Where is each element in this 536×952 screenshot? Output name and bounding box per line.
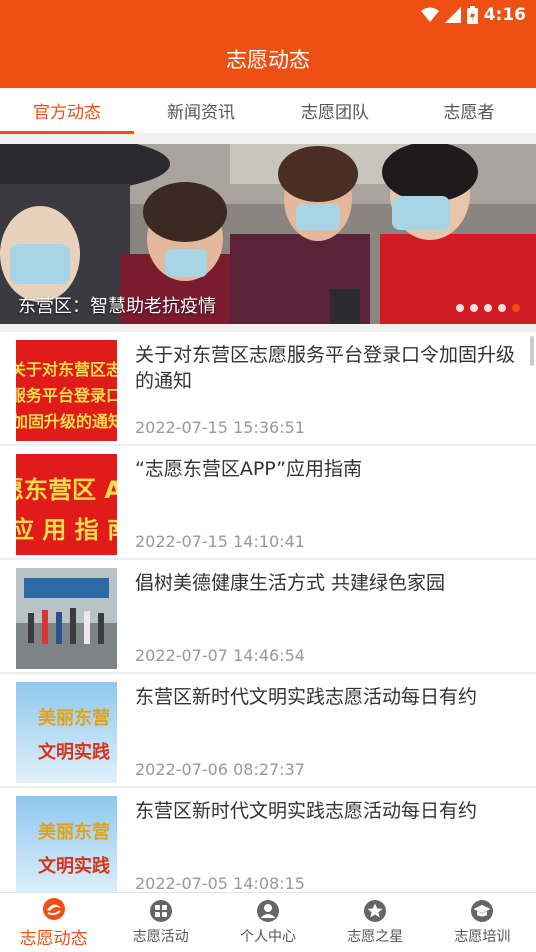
thumbnail-text: 加固升级的通知 xyxy=(16,412,117,431)
news-item[interactable]: 关于对东营区志愿 服务平台登录口令 加固升级的通知 关于对东营区志愿服务平台登录… xyxy=(0,332,536,446)
swirl-logo-icon xyxy=(42,897,65,920)
news-time: 2022-07-06 08:27:37 xyxy=(135,760,305,779)
nav-label: 志愿动态 xyxy=(19,928,88,949)
divider xyxy=(0,324,536,332)
graduation-cap-icon xyxy=(471,900,494,922)
tab-bar: 官方动态 新闻资讯 志愿团队 志愿者 xyxy=(0,88,536,134)
banner-caption: 东营区：智慧助老抗疫情 xyxy=(18,296,216,317)
news-thumbnail: 关于对东营区志愿 服务平台登录口令 加固升级的通知 xyxy=(16,340,117,441)
status-icons: 4:16 xyxy=(420,5,526,25)
battery-icon xyxy=(466,6,478,24)
news-thumbnail: 美丽东营 文明实践 xyxy=(16,682,117,783)
app-bar: 志愿动态 xyxy=(0,30,536,88)
clock: 4:16 xyxy=(483,5,526,25)
news-title[interactable]: 东营区新时代文明实践志愿活动每日有约 xyxy=(135,798,518,824)
thumbnail-text: 文明实践 xyxy=(38,742,110,763)
nav-label: 志愿培训 xyxy=(454,929,511,945)
thumbnail-text: 服务平台登录口令 xyxy=(16,386,117,405)
scrollbar[interactable] xyxy=(530,336,534,366)
news-list: 关于对东营区志愿 服务平台登录口令 加固升级的通知 关于对东营区志愿服务平台登录… xyxy=(0,332,536,892)
news-thumbnail: 愿东营区 A 应 用 指 南 xyxy=(16,454,117,555)
nav-label: 志愿活动 xyxy=(132,929,189,945)
carousel-dot[interactable] xyxy=(470,304,478,312)
nav-volunteer-activities[interactable]: 志愿活动 xyxy=(107,893,214,952)
nav-personal-center[interactable]: 个人中心 xyxy=(214,893,321,952)
nav-label: 志愿之星 xyxy=(347,929,404,945)
tab-volunteer-teams[interactable]: 志愿团队 xyxy=(268,88,402,133)
tab-official-news[interactable]: 官方动态 xyxy=(0,88,134,134)
carousel-dot[interactable] xyxy=(498,304,506,312)
page-title: 志愿动态 xyxy=(226,48,310,72)
carousel-dot[interactable] xyxy=(456,304,464,312)
bottom-nav: 志愿动态 志愿活动 个人中心 志愿之星 志愿培训 xyxy=(0,892,536,952)
thumbnail-text: 应 用 指 南 xyxy=(16,516,117,544)
news-time: 2022-07-07 14:46:54 xyxy=(135,646,305,665)
carousel-dot-active[interactable] xyxy=(512,304,520,312)
tab-volunteers[interactable]: 志愿者 xyxy=(402,88,536,133)
news-title[interactable]: “志愿东营区APP”应用指南 xyxy=(135,456,518,482)
news-time: 2022-07-05 14:08:15 xyxy=(135,874,305,892)
nav-label: 个人中心 xyxy=(240,929,296,945)
signal-icon xyxy=(444,7,461,23)
news-item[interactable]: 美丽东营 文明实践 东营区新时代文明实践志愿活动每日有约 2022-07-06 … xyxy=(0,674,536,788)
thumbnail-text: 关于对东营区志愿 xyxy=(16,360,117,379)
news-thumbnail xyxy=(16,568,117,669)
status-bar: 4:16 xyxy=(0,0,536,30)
banner-carousel[interactable]: 东营区：智慧助老抗疫情 xyxy=(0,144,536,324)
thumbnail-text: 美丽东营 xyxy=(38,708,110,729)
news-title[interactable]: 东营区新时代文明实践志愿活动每日有约 xyxy=(135,684,518,710)
divider xyxy=(0,134,536,144)
tab-news-info[interactable]: 新闻资讯 xyxy=(134,88,268,133)
news-item[interactable]: 美丽东营 文明实践 东营区新时代文明实践志愿活动每日有约 2022-07-05 … xyxy=(0,788,536,892)
carousel-indicator xyxy=(456,304,520,312)
wifi-icon xyxy=(420,7,439,22)
news-title[interactable]: 关于对东营区志愿服务平台登录口令加固升级的通知 xyxy=(135,342,518,394)
star-icon xyxy=(364,900,387,922)
thumbnail-text: 文明实践 xyxy=(38,856,110,877)
news-title[interactable]: 倡树美德健康生活方式 共建绿色家园 xyxy=(135,570,518,596)
news-time: 2022-07-15 15:36:51 xyxy=(135,418,305,437)
nav-volunteer-training[interactable]: 志愿培训 xyxy=(429,893,536,952)
nav-volunteer-news[interactable]: 志愿动态 xyxy=(0,893,107,952)
user-icon xyxy=(257,900,279,922)
carousel-dot[interactable] xyxy=(484,304,492,312)
news-item[interactable]: 愿东营区 A 应 用 指 南 “志愿东营区APP”应用指南 2022-07-15… xyxy=(0,446,536,560)
event-photo xyxy=(16,568,117,669)
news-thumbnail: 美丽东营 文明实践 xyxy=(16,796,117,892)
thumbnail-text: 愿东营区 A xyxy=(16,476,117,504)
news-item[interactable]: 倡树美德健康生活方式 共建绿色家园 2022-07-07 14:46:54 xyxy=(0,560,536,674)
grid-icon xyxy=(149,900,172,922)
news-time: 2022-07-15 14:10:41 xyxy=(135,532,305,551)
thumbnail-text: 美丽东营 xyxy=(38,822,110,843)
nav-volunteer-stars[interactable]: 志愿之星 xyxy=(322,893,429,952)
